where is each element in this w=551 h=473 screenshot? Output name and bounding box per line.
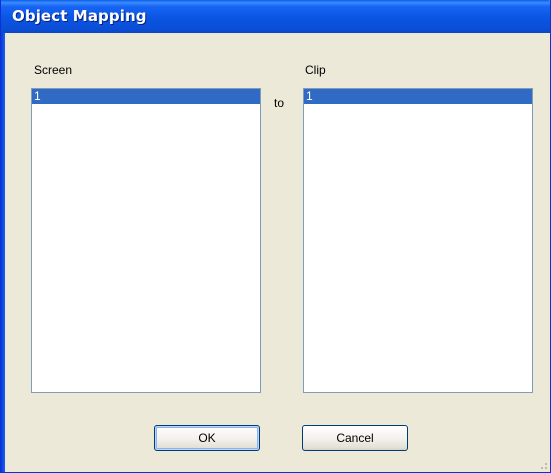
clip-listbox[interactable]: 1	[303, 88, 533, 393]
window-title: Object Mapping	[12, 7, 147, 25]
screen-listbox[interactable]: 1	[31, 88, 261, 393]
window-left-border	[1, 0, 5, 472]
list-item[interactable]: 1	[304, 89, 532, 104]
object-mapping-dialog: Object Mapping Screen 1 to Clip 1 OK Can…	[0, 0, 551, 473]
list-item[interactable]: 1	[32, 89, 260, 104]
to-label: to	[274, 96, 285, 110]
clip-list-label: Clip	[305, 63, 326, 77]
cancel-button[interactable]: Cancel	[302, 425, 408, 451]
title-bar[interactable]: Object Mapping	[1, 0, 550, 33]
resize-grip-icon[interactable]	[537, 459, 547, 469]
screen-list-label: Screen	[34, 63, 73, 77]
ok-button[interactable]: OK	[154, 425, 260, 451]
